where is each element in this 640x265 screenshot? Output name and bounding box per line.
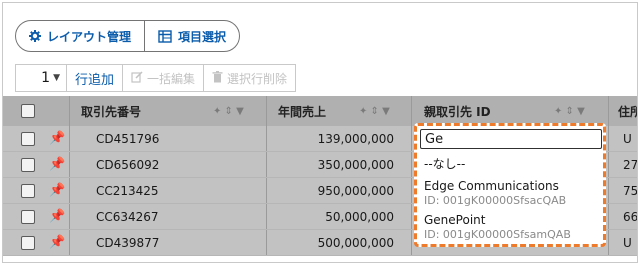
address-value: 27 [623, 157, 638, 172]
address-cell[interactable]: 75 [623, 178, 638, 203]
lookup-option-name[interactable]: Edge Communications [424, 179, 559, 193]
column-controls-icon[interactable]: ✦ ⇕ ▼ [359, 96, 390, 126]
header-parent-account-label: 親取引先 ID [424, 104, 491, 119]
lookup-option-id: ID: 001gK00000SfsacQAB [424, 194, 566, 207]
account-number-cell[interactable]: CC213425 [96, 178, 159, 203]
address-cell[interactable]: U [623, 126, 632, 151]
delete-selected-button[interactable]: 選択行削除 [203, 64, 297, 92]
pin-icon[interactable]: 📌 [49, 230, 65, 255]
chevron-down-icon: ▼ [53, 73, 60, 83]
header-parent-account[interactable]: 親取引先 ID [424, 96, 491, 126]
parent-account-search-value: Ge [425, 131, 444, 147]
row-count-select[interactable]: 1 ▼ [15, 64, 67, 92]
layout-management-label: レイアウト管理 [47, 29, 132, 44]
account-number-value: CD451796 [96, 131, 160, 146]
address-cell[interactable]: 27 [623, 152, 638, 177]
account-number-value: CC634267 [96, 209, 159, 224]
pin-icon[interactable]: 📌 [49, 152, 65, 177]
annual-revenue-value: 50,000,000 [325, 209, 394, 224]
header-account-number-label: 取引先番号 [81, 104, 142, 119]
account-number-cell[interactable]: CD439877 [96, 230, 159, 255]
screenshot-frame: レイアウト管理 項目選択 1 ▼ 行追加 一括編集 選択行削除 取引先番号 ✦ … [2, 2, 638, 263]
address-value: 75 [623, 183, 638, 198]
field-selection-label: 項目選択 [178, 29, 227, 44]
address-cell[interactable]: U [623, 230, 632, 255]
header-address-label: 住所 [618, 104, 637, 119]
lookup-option-name[interactable]: GenePoint [424, 213, 485, 227]
table-header-row: 取引先番号 ✦ ⇕ ▼ 年間売上 ✦ ⇕ ▼ 親取引先 ID ✦ ⇕ ▼ 住所 [3, 96, 637, 126]
annual-revenue-cell[interactable]: 50,000,000 [266, 204, 394, 229]
lookup-option-id-label: ID: 001gK00000SfsacQAB [424, 194, 567, 207]
table-toolbar: 1 ▼ 行追加 一括編集 選択行削除 [15, 64, 297, 92]
address-cell[interactable]: 66 [623, 204, 638, 229]
account-number-cell[interactable]: CD451796 [96, 126, 159, 151]
edit-icon [131, 70, 143, 86]
account-number-cell[interactable]: CC634267 [96, 204, 159, 229]
view-button-group: レイアウト管理 項目選択 [15, 20, 241, 52]
address-value: U [623, 131, 632, 146]
column-controls-icon[interactable]: ✦ ⇕ ▼ [554, 96, 585, 126]
column-controls-icon[interactable]: ✦ ⇕ ▼ [213, 96, 244, 126]
lookup-option-none-label: --なし-- [424, 157, 466, 171]
trash-icon [212, 70, 223, 86]
bulk-edit-button[interactable]: 一括編集 [122, 64, 205, 92]
header-annual-revenue[interactable]: 年間売上 [278, 96, 326, 126]
lookup-option-id: ID: 001gK00000SfsamQAB [424, 228, 571, 241]
annual-revenue-cell[interactable]: 139,000,000 [266, 126, 394, 151]
add-row-label: 行追加 [75, 72, 115, 88]
columns-icon [158, 29, 172, 43]
lookup-option-id-label: ID: 001gK00000SfsamQAB [424, 228, 571, 241]
row-checkbox[interactable] [21, 178, 35, 203]
lookup-option-name-label: GenePoint [424, 213, 486, 227]
row-count-value: 1 [41, 70, 51, 86]
layout-management-button[interactable]: レイアウト管理 [16, 21, 144, 51]
annual-revenue-value: 350,000,000 [317, 157, 394, 172]
field-selection-button[interactable]: 項目選択 [144, 21, 239, 51]
pin-icon[interactable]: 📌 [49, 178, 65, 203]
add-row-button[interactable]: 行追加 [66, 64, 124, 92]
delete-selected-label: 選択行削除 [227, 71, 288, 86]
account-number-value: CC213425 [96, 183, 159, 198]
row-checkbox[interactable] [21, 204, 35, 229]
pin-icon[interactable]: 📌 [49, 204, 65, 229]
header-address[interactable]: 住所 [618, 96, 637, 126]
annual-revenue-cell[interactable]: 950,000,000 [266, 178, 394, 203]
address-value: 66 [623, 209, 638, 224]
row-checkbox[interactable] [21, 152, 35, 177]
gear-icon [29, 30, 41, 42]
bulk-edit-label: 一括編集 [147, 71, 196, 86]
lookup-option-none[interactable]: --なし-- [424, 155, 465, 172]
annual-revenue-value: 139,000,000 [317, 131, 394, 146]
account-number-value: CD656092 [96, 157, 160, 172]
header-annual-revenue-label: 年間売上 [278, 104, 327, 119]
account-number-cell[interactable]: CD656092 [96, 152, 159, 177]
annual-revenue-value: 500,000,000 [317, 235, 394, 250]
annual-revenue-value: 950,000,000 [317, 183, 394, 198]
lookup-option-name-label: Edge Communications [424, 179, 559, 193]
pin-icon[interactable]: 📌 [49, 126, 65, 151]
address-value: U [623, 235, 632, 250]
parent-account-search-input[interactable]: Ge [420, 129, 602, 149]
row-checkbox[interactable] [21, 126, 35, 151]
select-all-checkbox[interactable] [21, 96, 35, 126]
row-checkbox[interactable] [21, 230, 35, 255]
annual-revenue-cell[interactable]: 350,000,000 [266, 152, 394, 177]
account-number-value: CD439877 [96, 235, 160, 250]
annual-revenue-cell[interactable]: 500,000,000 [266, 230, 394, 255]
